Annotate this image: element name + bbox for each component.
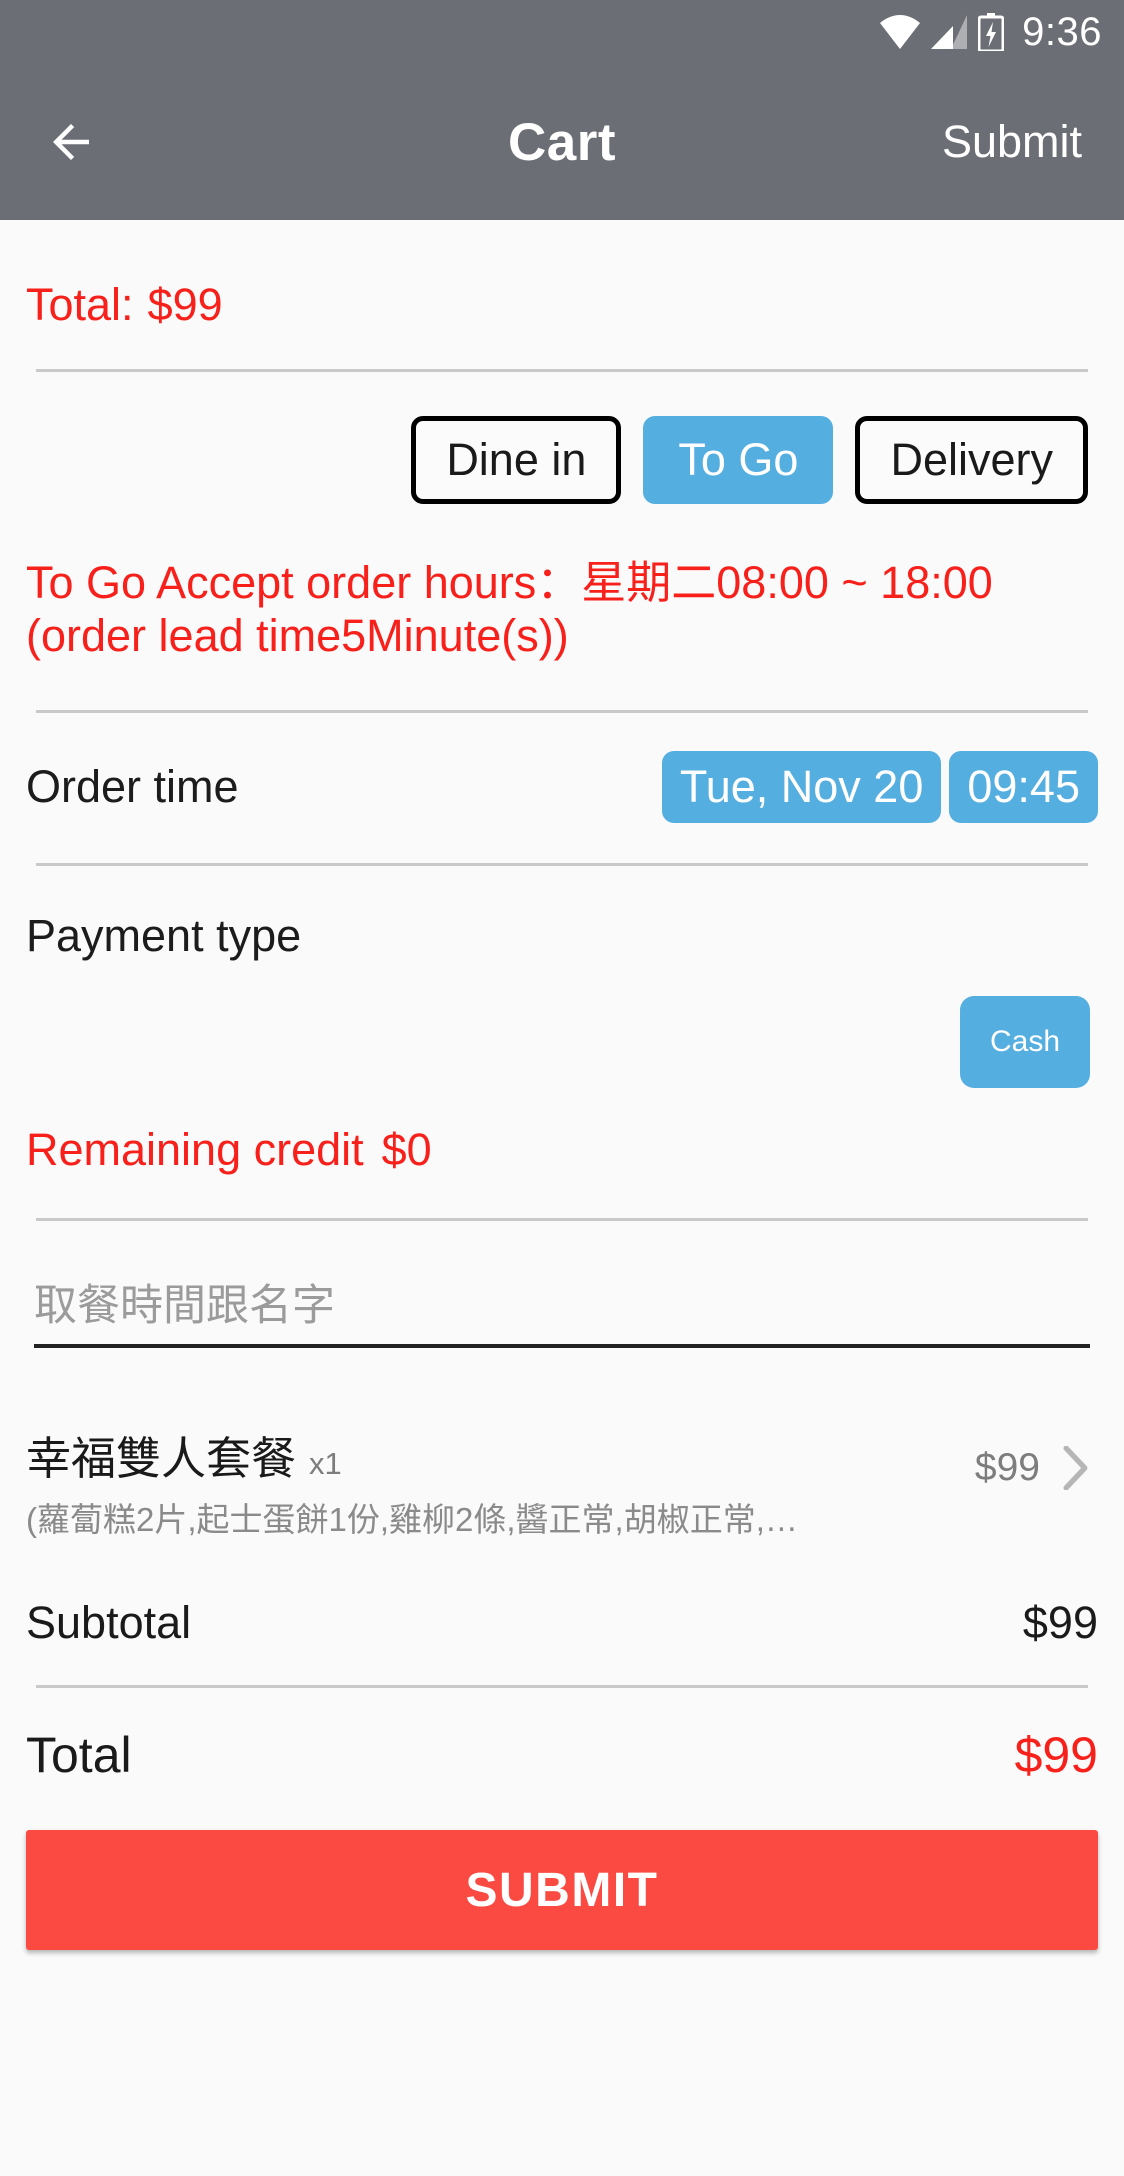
total-label: Total xyxy=(26,1727,132,1784)
total-row: Total $99 xyxy=(0,1726,1124,1784)
order-date-chip[interactable]: Tue, Nov 20 xyxy=(661,750,942,823)
order-note-field[interactable]: 取餐時間跟名字 xyxy=(34,1281,1090,1349)
cart-item-name: 幸福雙人套餐 xyxy=(26,1433,297,1485)
chevron-right-icon xyxy=(1063,1446,1088,1491)
order-type-to-go[interactable]: To Go xyxy=(643,416,834,505)
status-bar: 9:36 xyxy=(0,0,1124,64)
cart-item-right: $99 xyxy=(974,1422,1098,1491)
header-total-label: Total: xyxy=(26,279,134,330)
order-time-label: Order time xyxy=(26,760,239,812)
header-total: Total: $99 xyxy=(0,220,1124,327)
cart-item-main: 幸福雙人套餐 x1 (蘿蔔糕2片,起士蛋餅1份,雞柳2條,醬正常,胡椒正常,… xyxy=(26,1422,975,1541)
order-time-chips: Tue, Nov 20 09:45 xyxy=(661,750,1098,823)
order-type-selector: Dine in To Go Delivery xyxy=(0,372,1124,505)
payment-method-cash[interactable]: Cash xyxy=(960,995,1090,1088)
submit-button-wrap: SUBMIT xyxy=(0,1830,1124,1951)
cart-item-price: $99 xyxy=(974,1446,1040,1490)
submit-order-button[interactable]: SUBMIT xyxy=(26,1830,1098,1951)
app-bar: Cart Submit xyxy=(0,64,1124,220)
accept-order-hours-notice: To Go Accept order hours：星期二08:00 ~ 18:0… xyxy=(0,504,1124,662)
remaining-credit-label: Remaining credit xyxy=(26,1123,364,1175)
wifi-icon xyxy=(880,15,921,49)
cart-item-description: (蘿蔔糕2片,起士蛋餅1份,雞柳2條,醬正常,胡椒正常,… xyxy=(26,1501,798,1539)
cart-item-title-line: 幸福雙人套餐 x1 xyxy=(26,1422,975,1487)
cellular-signal-icon xyxy=(931,15,968,49)
subtotal-label: Subtotal xyxy=(26,1597,192,1649)
notice-line-2: (order lead time5Minute(s)) xyxy=(26,610,569,662)
payment-type-label: Payment type xyxy=(26,909,302,961)
subtotal-value: $99 xyxy=(1022,1597,1098,1649)
order-time-row: Order time Tue, Nov 20 09:45 xyxy=(0,750,1124,823)
notice-line-1: To Go Accept order hours：星期二08:00 ~ 18:0… xyxy=(26,557,993,609)
order-note-placeholder: 取餐時間跟名字 xyxy=(34,1281,335,1330)
order-type-delivery[interactable]: Delivery xyxy=(855,416,1088,505)
back-button[interactable] xyxy=(36,107,106,177)
status-bar-icons xyxy=(880,13,1005,51)
submit-action-button[interactable]: Submit xyxy=(942,116,1088,168)
subtotal-row: Subtotal $99 xyxy=(0,1597,1124,1649)
order-time-chip[interactable]: 09:45 xyxy=(949,750,1098,823)
remaining-credit-row: Remaining credit $0 xyxy=(0,1124,1124,1176)
battery-charging-icon xyxy=(978,13,1005,51)
header-total-amount: $99 xyxy=(147,279,223,330)
cart-item-quantity: x1 xyxy=(309,1446,342,1482)
payment-method-selector: Cash xyxy=(0,995,1124,1088)
remaining-credit-amount: $0 xyxy=(381,1123,432,1175)
total-value: $99 xyxy=(1014,1727,1098,1784)
cart-item-row[interactable]: 幸福雙人套餐 x1 (蘿蔔糕2片,起士蛋餅1份,雞柳2條,醬正常,胡椒正常,… … xyxy=(0,1422,1124,1541)
cart-content: Total: $99 Dine in To Go Delivery To Go A… xyxy=(0,220,1124,2176)
order-type-dine-in[interactable]: Dine in xyxy=(411,416,622,505)
back-arrow-icon xyxy=(53,124,89,160)
status-bar-clock: 9:36 xyxy=(1022,10,1102,54)
cart-screen: 9:36 Cart Submit Total: $99 Dine in To Go… xyxy=(0,0,1124,2176)
